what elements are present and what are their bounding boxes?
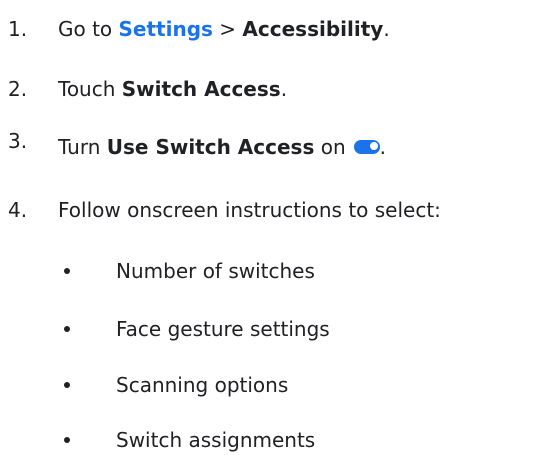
accessibility-label: Accessibility: [242, 17, 384, 41]
instructions-list: 1. Go to Settings > Accessibility. 2. To…: [0, 0, 541, 452]
path-separator: >: [219, 17, 237, 41]
settings-link[interactable]: Settings: [119, 17, 213, 41]
bullet-icon: [64, 382, 70, 388]
step-text: Touch: [58, 77, 116, 101]
step-number: 3.: [8, 129, 28, 153]
list-item-text: Switch assignments: [116, 428, 316, 452]
step-number: 1.: [8, 17, 28, 41]
step-2-text: Touch Switch Access.: [58, 77, 287, 101]
list-item-text: Scanning options: [116, 373, 289, 397]
list-item-text: Face gesture settings: [116, 317, 330, 341]
step-1-text: Go to Settings > Accessibility.: [58, 17, 390, 41]
step-text: on: [320, 135, 346, 159]
period: .: [383, 17, 390, 41]
step-4-text: Follow onscreen instructions to select:: [58, 198, 441, 222]
bullet-icon: [64, 268, 70, 274]
bullet-icon: [64, 437, 70, 443]
switch-access-label: Switch Access: [121, 77, 281, 101]
use-switch-access-label: Use Switch Access: [106, 135, 315, 159]
step-text: Turn: [58, 135, 101, 159]
step-text: Go to: [58, 17, 113, 41]
toggle-on-icon: [353, 140, 380, 154]
step-number: 4.: [8, 198, 28, 222]
period: .: [280, 77, 288, 101]
list-item-text: Number of switches: [116, 259, 315, 283]
period: .: [379, 135, 386, 159]
bullet-icon: [64, 326, 70, 332]
step-number: 2.: [8, 77, 28, 101]
step-3-text: Turn Use Switch Access on .: [58, 135, 386, 159]
